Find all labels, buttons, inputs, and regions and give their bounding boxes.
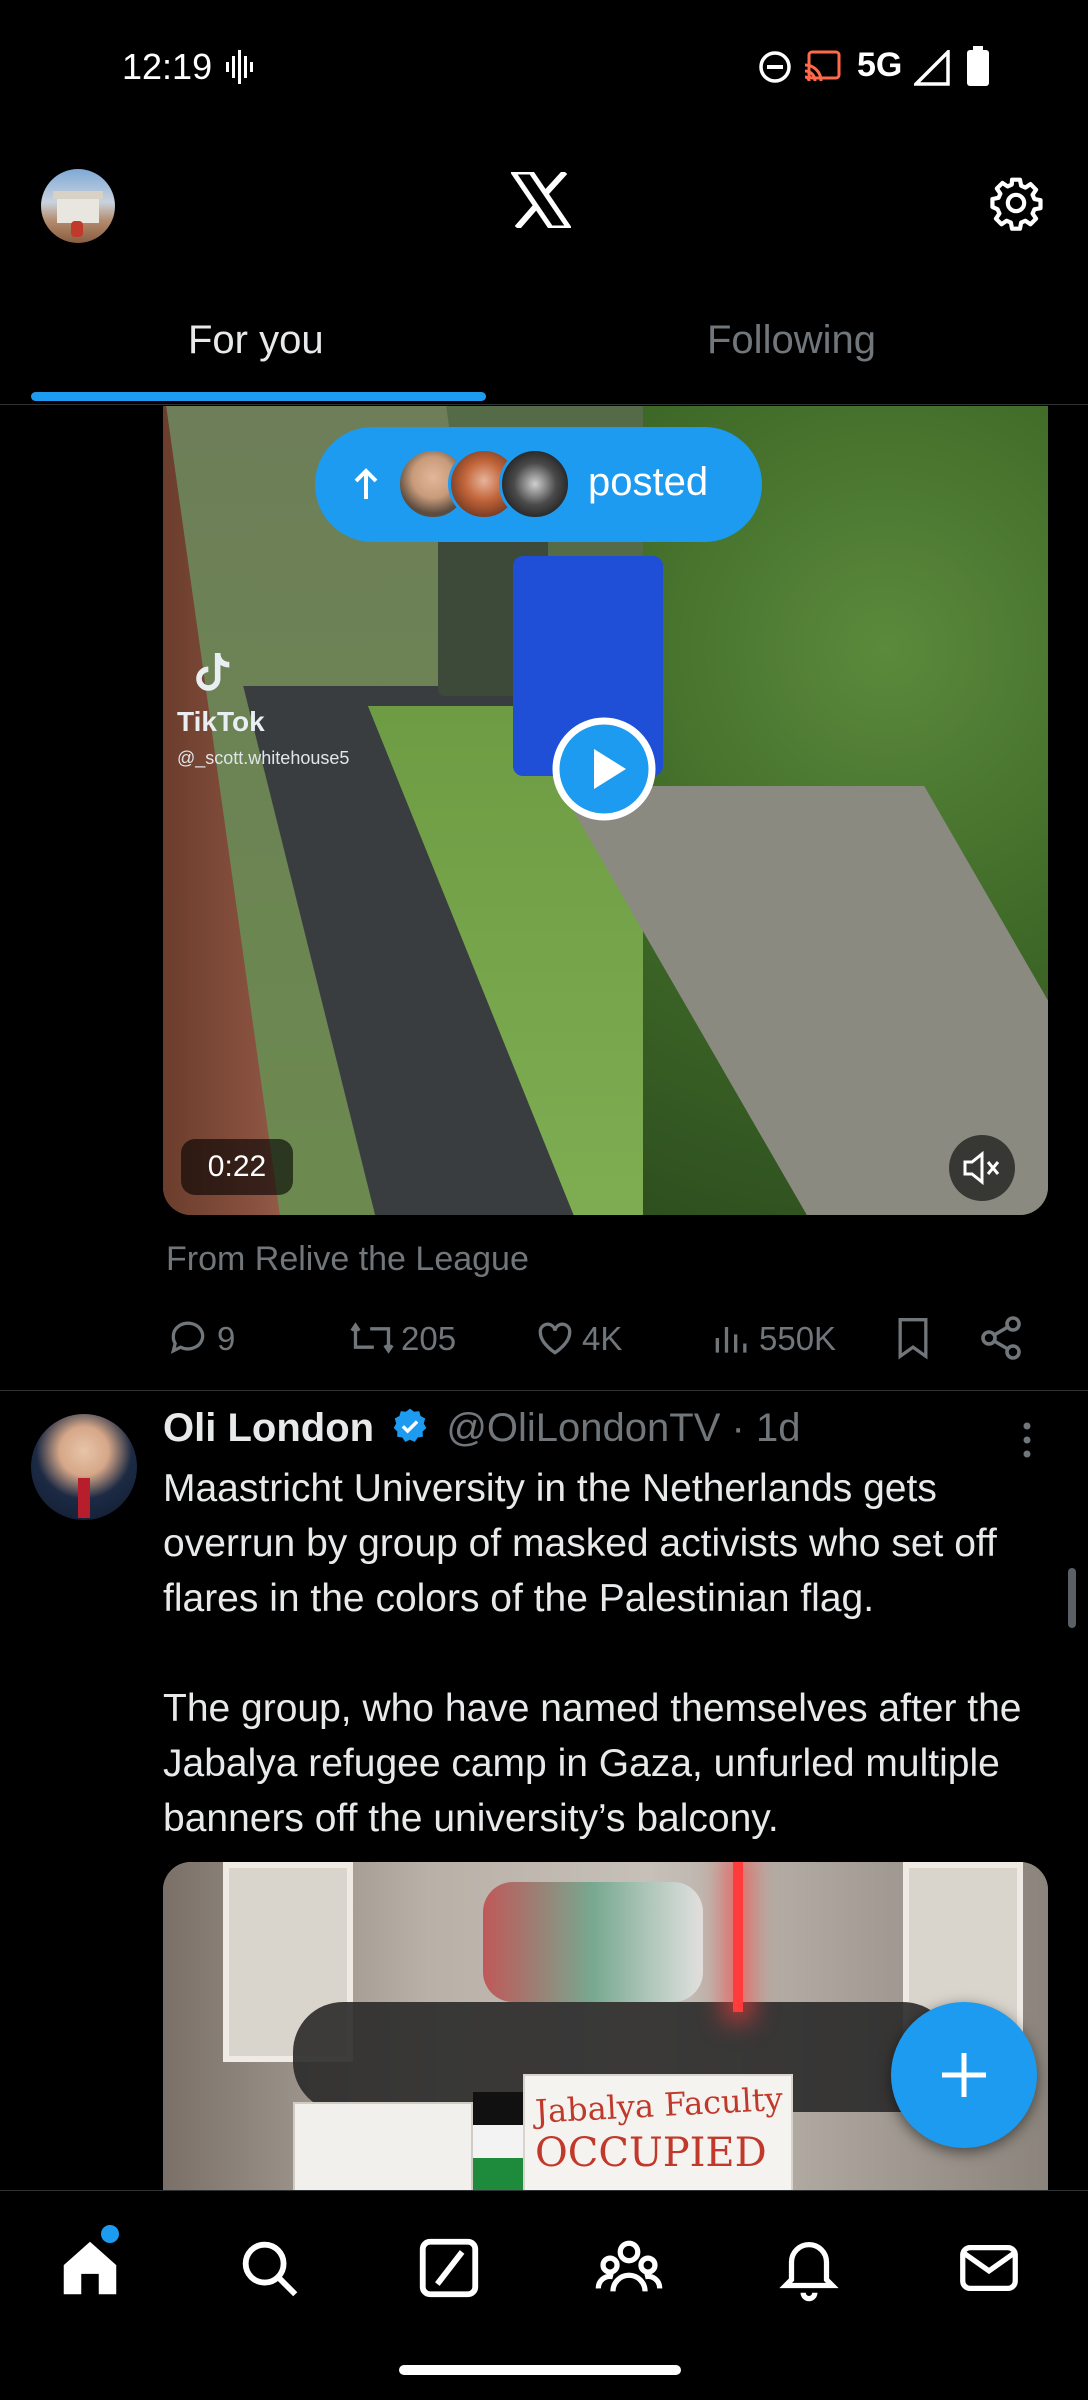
arrow-up-icon bbox=[354, 468, 378, 499]
author-handle[interactable]: @OliLondonTV bbox=[446, 1406, 720, 1450]
signal-icon bbox=[914, 50, 950, 86]
plus-icon bbox=[942, 2053, 986, 2097]
communities-icon[interactable] bbox=[594, 2233, 664, 2303]
views-icon[interactable] bbox=[710, 1316, 754, 1360]
mute-icon[interactable] bbox=[947, 1133, 1017, 1203]
messages-icon[interactable] bbox=[954, 2233, 1024, 2303]
poster-avatar-3 bbox=[499, 448, 571, 520]
cast-icon bbox=[804, 50, 841, 82]
voice-activity-icon bbox=[226, 50, 253, 84]
bookmark-icon[interactable] bbox=[891, 1314, 935, 1362]
grok-icon[interactable] bbox=[414, 2233, 484, 2303]
video-source: From Relive the League bbox=[166, 1240, 529, 1279]
settings-gear-icon[interactable] bbox=[988, 175, 1044, 231]
bottom-navigation bbox=[0, 2190, 1088, 2400]
top-app-bar bbox=[0, 130, 1088, 280]
reply-count: 9 bbox=[217, 1320, 236, 1357]
video-source-label[interactable]: From Relive the League bbox=[166, 1240, 529, 1278]
banner-text-2: OCCUPIED bbox=[535, 2130, 767, 2176]
battery-icon bbox=[967, 46, 989, 86]
tiktok-watermark: TikTok bbox=[177, 706, 265, 737]
x-logo-icon[interactable] bbox=[511, 172, 571, 228]
gesture-home-bar[interactable] bbox=[399, 2365, 681, 2375]
status-time: 12:19 bbox=[122, 46, 213, 87]
verified-badge-icon bbox=[393, 1408, 427, 1442]
tweet-time: · 1d bbox=[731, 1406, 801, 1450]
like-icon[interactable] bbox=[533, 1316, 577, 1360]
tweet-2-text: Maastricht University in the Netherlands… bbox=[163, 1467, 1022, 1840]
home-notification-dot bbox=[101, 2225, 119, 2243]
new-posts-pill[interactable]: posted bbox=[315, 427, 762, 542]
view-count: 550K bbox=[759, 1320, 837, 1357]
repost-icon[interactable] bbox=[348, 1316, 396, 1360]
more-options-icon[interactable] bbox=[1018, 1420, 1036, 1460]
tab-following[interactable]: Following bbox=[707, 318, 876, 363]
scrollbar-thumb[interactable] bbox=[1068, 1568, 1076, 1628]
play-button-icon[interactable] bbox=[551, 716, 657, 822]
share-icon[interactable] bbox=[977, 1314, 1025, 1362]
tiktok-icon bbox=[196, 652, 230, 691]
network-type: 5G bbox=[857, 46, 903, 84]
like-count: 4K bbox=[582, 1320, 623, 1357]
notifications-bell-icon[interactable] bbox=[774, 2233, 844, 2303]
repost-count: 205 bbox=[401, 1320, 457, 1357]
author-name[interactable]: Oli London bbox=[163, 1406, 374, 1450]
status-bar: 12:19 5G bbox=[0, 0, 1088, 130]
banner-text: Jabalya Faculty bbox=[534, 2079, 784, 2131]
tiktok-handle: @_scott.whitehouse5 bbox=[177, 748, 350, 768]
do-not-disturb-icon bbox=[759, 51, 791, 83]
tweet-2-header: Oli London @OliLondonTV · 1d bbox=[163, 1406, 800, 1451]
search-icon[interactable] bbox=[234, 2233, 304, 2303]
home-icon[interactable] bbox=[55, 2233, 125, 2303]
tweet-divider bbox=[0, 1390, 1088, 1391]
reply-icon[interactable] bbox=[166, 1316, 210, 1360]
compose-fab[interactable] bbox=[891, 2002, 1037, 2148]
video-duration: 0:22 bbox=[181, 1139, 293, 1195]
timeline-tabs: For you Following bbox=[0, 290, 1088, 405]
active-tab-indicator bbox=[31, 392, 486, 401]
author-avatar[interactable] bbox=[31, 1414, 137, 1520]
profile-avatar[interactable] bbox=[41, 169, 115, 243]
posted-label: posted bbox=[588, 460, 709, 504]
tab-for-you[interactable]: For you bbox=[188, 318, 324, 363]
